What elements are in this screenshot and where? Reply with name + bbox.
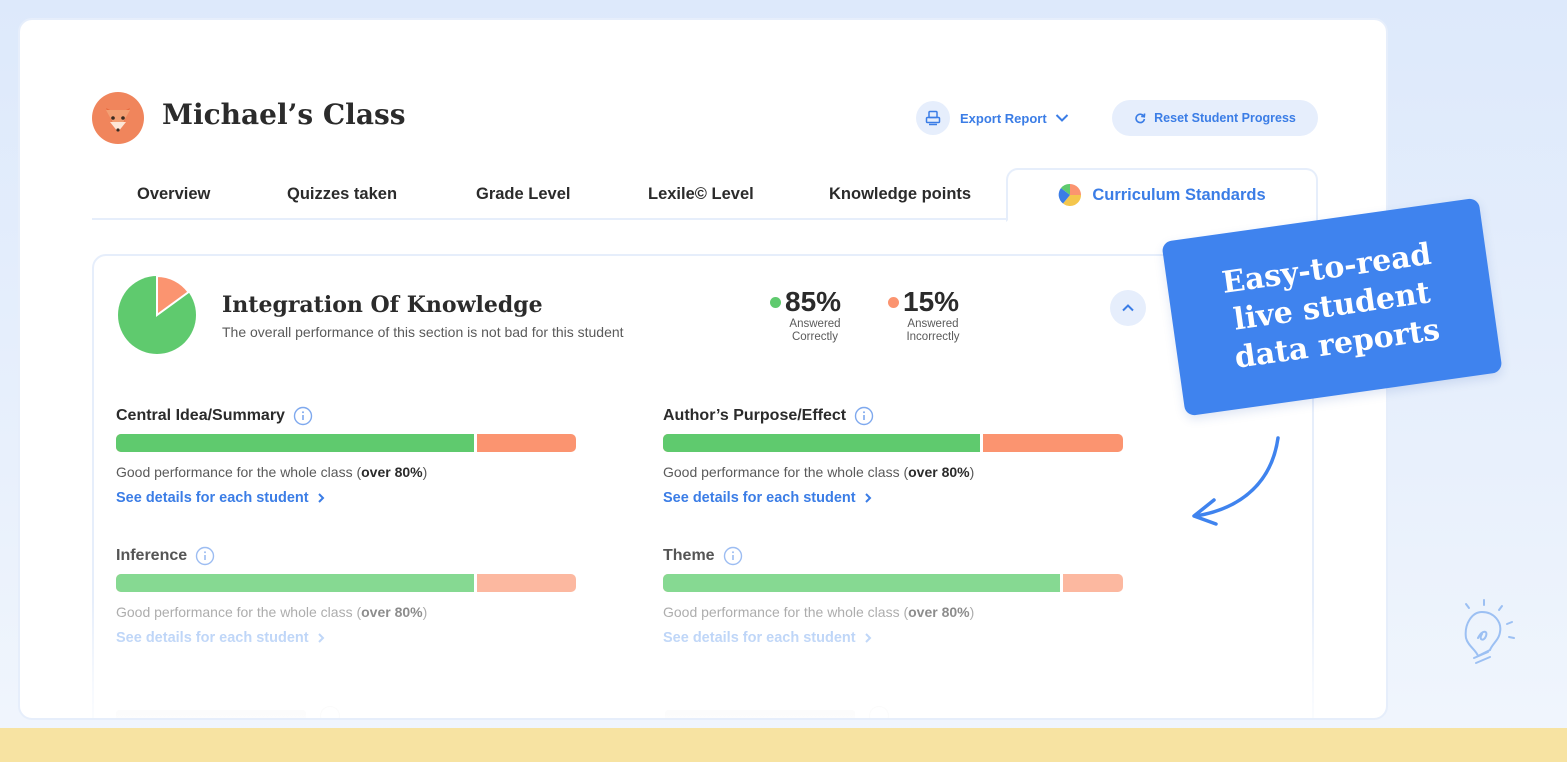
class-title: Michael’s Class <box>162 98 406 131</box>
tab-quizzes-taken[interactable]: Quizzes taken <box>287 168 397 220</box>
incorrect-stat: 15% Answered Incorrectly <box>888 286 968 344</box>
curved-arrow-icon <box>1192 436 1280 526</box>
incorrect-label: Answered Incorrectly <box>906 318 960 343</box>
see-details-label: See details for each student <box>116 630 309 646</box>
metric-note: Good performance for the whole class (ov… <box>116 464 576 480</box>
metric-name: Author’s Purpose/Effect <box>663 407 847 424</box>
integration-of-knowledge-panel: Integration Of Knowledge The overall per… <box>92 254 1314 718</box>
section-subtitle: The overall performance of this section … <box>222 324 624 340</box>
tab-knowledge-points[interactable]: Knowledge points <box>829 168 971 220</box>
see-details-label: See details for each student <box>663 490 856 506</box>
performance-bar <box>663 434 1123 452</box>
metric-note: Good performance for the whole class (ov… <box>116 604 576 620</box>
tab-grade-level[interactable]: Grade Level <box>476 168 570 220</box>
metric-theme: Theme Good performance for the whole cla… <box>663 546 1123 646</box>
performance-bar <box>116 434 576 452</box>
tab-curriculum-standards-label: Curriculum Standards <box>1092 185 1266 204</box>
note-suffix: ) <box>422 464 428 480</box>
metric-name: Theme <box>663 547 715 564</box>
metric-name: Central Idea/Summary <box>116 407 285 424</box>
metric-note: Good performance for the whole class (ov… <box>663 464 1123 480</box>
chevron-right-icon <box>864 633 872 643</box>
metric-central-idea: Central Idea/Summary Good performance fo… <box>116 406 576 506</box>
see-details-link[interactable]: See details for each student <box>663 490 1123 506</box>
section-title: Integration Of Knowledge <box>222 292 543 318</box>
correct-stat: 85% Answered Correctly <box>770 286 850 344</box>
chevron-right-icon <box>317 633 325 643</box>
info-icon[interactable] <box>293 406 313 426</box>
chevron-right-icon <box>864 493 872 503</box>
see-details-label: See details for each student <box>663 630 856 646</box>
lightbulb-icon <box>1464 599 1515 664</box>
performance-bar <box>116 574 576 592</box>
bottom-band <box>0 728 1567 762</box>
note-bold: over 80% <box>908 604 970 620</box>
note-prefix: Good performance for the whole class ( <box>663 464 909 480</box>
performance-bar <box>663 574 1123 592</box>
see-details-link[interactable]: See details for each student <box>116 490 576 506</box>
placeholder-bar <box>665 710 855 718</box>
bar-good-fill <box>116 574 478 592</box>
see-details-link[interactable]: See details for each student <box>663 630 1123 646</box>
section-pie-chart <box>118 274 196 354</box>
chevron-up-icon <box>1122 304 1134 312</box>
bar-good-fill <box>663 434 983 452</box>
fox-avatar <box>92 92 144 144</box>
printer-icon <box>916 101 950 135</box>
chevron-right-icon <box>317 493 325 503</box>
info-icon[interactable] <box>195 546 215 566</box>
correct-percent: 85% <box>785 286 842 317</box>
note-bold: over 80% <box>908 464 970 480</box>
note-prefix: Good performance for the whole class ( <box>116 604 362 620</box>
tab-curriculum-standards[interactable]: Curriculum Standards <box>1006 168 1318 222</box>
note-bold: over 80% <box>361 604 423 620</box>
report-tabs: Overview Quizzes taken Grade Level Lexil… <box>92 168 1318 222</box>
correct-label: Answered Correctly <box>789 318 841 343</box>
note-suffix: ) <box>969 464 975 480</box>
pie-chart-icon <box>1059 183 1082 207</box>
tab-lexile-level[interactable]: Lexile© Level <box>648 168 754 220</box>
incorrect-percent: 15% <box>903 286 960 317</box>
placeholder-bar <box>116 710 306 718</box>
see-details-label: See details for each student <box>116 490 309 506</box>
bar-good-fill <box>663 574 1064 592</box>
see-details-link[interactable]: See details for each student <box>116 630 576 646</box>
note-bold: over 80% <box>361 464 423 480</box>
info-icon[interactable] <box>723 546 743 566</box>
placeholder-info-icon <box>869 706 889 718</box>
chevron-down-icon <box>1055 111 1069 126</box>
reset-progress-label: Reset Student Progress <box>1154 111 1296 125</box>
note-prefix: Good performance for the whole class ( <box>663 604 909 620</box>
export-report-button[interactable]: Export Report <box>916 100 1069 136</box>
export-report-label: Export Report <box>960 110 1047 126</box>
tab-overview[interactable]: Overview <box>137 168 210 220</box>
placeholder-info-icon <box>320 706 340 718</box>
info-icon[interactable] <box>854 406 874 426</box>
note-suffix: ) <box>422 604 428 620</box>
metric-note: Good performance for the whole class (ov… <box>663 604 1123 620</box>
metric-authors-purpose: Author’s Purpose/Effect Good performance… <box>663 406 1123 506</box>
reset-student-progress-button[interactable]: Reset Student Progress <box>1112 100 1318 136</box>
refresh-icon <box>1135 113 1146 124</box>
metric-inference: Inference Good performance for the whole… <box>116 546 576 646</box>
fox-icon <box>106 108 130 132</box>
correct-dot <box>770 296 781 308</box>
metric-name: Inference <box>116 547 188 564</box>
incorrect-dot <box>888 296 899 308</box>
collapse-section-button[interactable] <box>1110 290 1146 326</box>
note-suffix: ) <box>969 604 975 620</box>
note-prefix: Good performance for the whole class ( <box>116 464 362 480</box>
bar-good-fill <box>116 434 478 452</box>
